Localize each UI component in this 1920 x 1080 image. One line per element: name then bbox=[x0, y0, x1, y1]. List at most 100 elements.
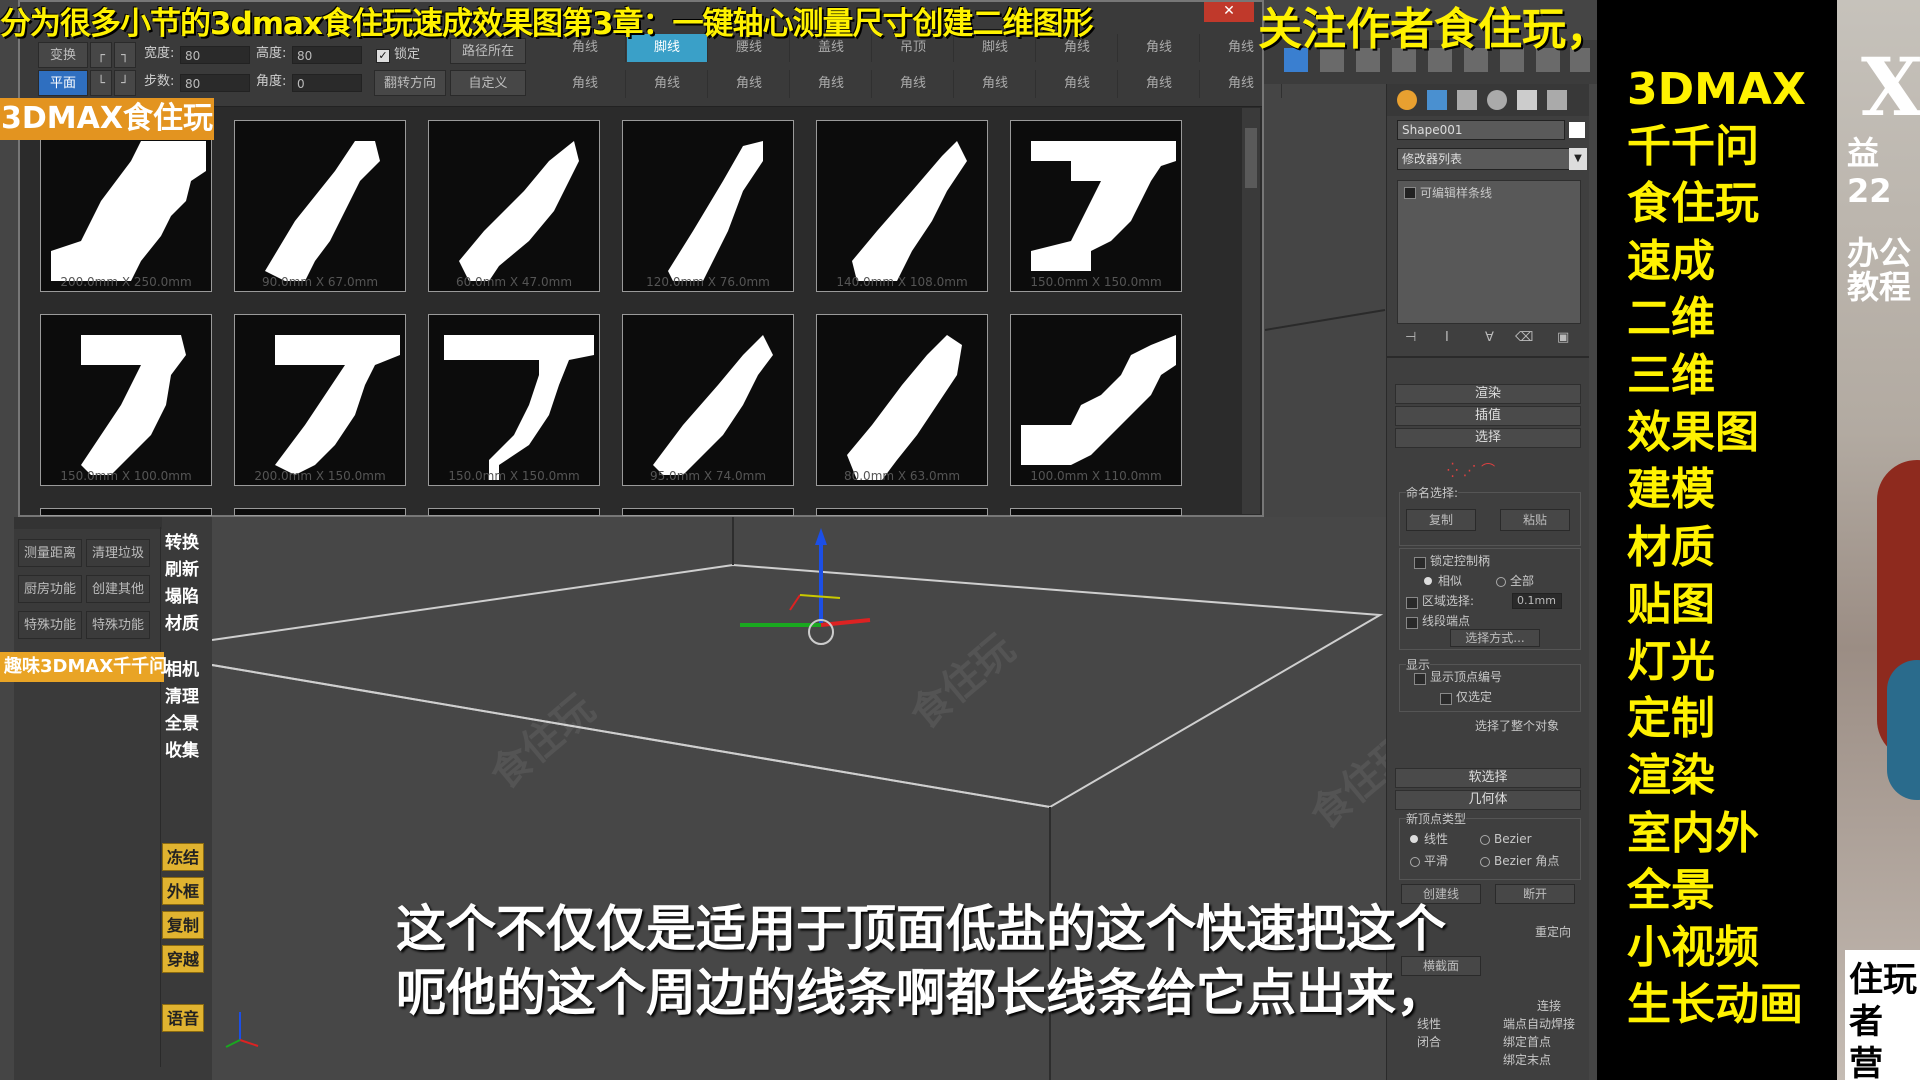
category-tab[interactable]: 角线 bbox=[1037, 70, 1118, 98]
lock-handles-checkbox[interactable] bbox=[1414, 557, 1426, 569]
custom-button[interactable]: 自定义 bbox=[450, 70, 526, 96]
select-by-button[interactable]: 选择方式... bbox=[1450, 629, 1540, 647]
selection-rollout[interactable]: 选择 bbox=[1395, 428, 1581, 448]
interpolation-rollout[interactable]: 插值 bbox=[1395, 406, 1581, 426]
modify-tab-icon[interactable] bbox=[1427, 90, 1447, 110]
tool-button[interactable]: 厨房功能 bbox=[18, 575, 82, 603]
vertical-tool-button[interactable]: 刷新 bbox=[162, 557, 202, 583]
similar-radio[interactable] bbox=[1424, 577, 1432, 585]
vertical-tool-button[interactable]: 相机 bbox=[162, 657, 202, 683]
yellow-tool-button[interactable]: 冻结 bbox=[162, 843, 204, 871]
category-tab[interactable]: 角线 bbox=[627, 70, 708, 98]
molding-tile[interactable]: 200.0mm X 150.0mm bbox=[234, 314, 406, 486]
corner-icon-button[interactable]: └ bbox=[90, 70, 112, 96]
molding-tile[interactable]: 80.0mm X 63.0mm bbox=[816, 314, 988, 486]
copy-button[interactable]: 复制 bbox=[1406, 509, 1476, 531]
height-input[interactable]: 80 bbox=[292, 46, 362, 64]
molding-tile[interactable]: 60.0mm X 47.0mm bbox=[428, 120, 600, 292]
soft-selection-rollout[interactable]: 软选择 bbox=[1395, 768, 1581, 788]
angle-input[interactable]: 0 bbox=[292, 74, 362, 92]
category-tab[interactable]: 角线 bbox=[1119, 70, 1200, 98]
steps-input[interactable]: 80 bbox=[180, 74, 250, 92]
molding-tile[interactable] bbox=[816, 508, 988, 516]
molding-tile[interactable]: 200.0mm X 250.0mm bbox=[40, 120, 212, 292]
category-tab[interactable]: 角线 bbox=[545, 70, 626, 98]
modifier-list-dropdown[interactable]: 修改器列表 bbox=[1397, 148, 1571, 170]
tool-button[interactable]: 特殊功能 bbox=[18, 611, 82, 639]
area-select-input[interactable]: 0.1mm bbox=[1512, 593, 1562, 609]
scroll-thumb[interactable] bbox=[1245, 128, 1257, 188]
vertical-tool-button[interactable]: 塌陷 bbox=[162, 584, 202, 610]
molding-tile[interactable]: 90.0mm X 67.0mm bbox=[234, 120, 406, 292]
configure-icon[interactable]: ▣ bbox=[1557, 330, 1569, 345]
width-input[interactable]: 80 bbox=[180, 46, 250, 64]
selection-level-icons[interactable]: ⁛ ⋰ ⌒ bbox=[1447, 460, 1527, 479]
plane-button[interactable]: 平面 bbox=[38, 70, 88, 96]
only-selected-checkbox[interactable] bbox=[1440, 693, 1452, 705]
category-tab[interactable]: 角线 bbox=[873, 70, 954, 98]
yellow-tool-button[interactable]: 复制 bbox=[162, 911, 204, 939]
motion-tab-icon[interactable] bbox=[1487, 90, 1507, 110]
yellow-tool-button[interactable]: 外框 bbox=[162, 877, 204, 905]
pin-icon[interactable]: ⊣ bbox=[1405, 330, 1416, 345]
stack-expand-icon[interactable] bbox=[1404, 187, 1416, 199]
chevron-down-icon[interactable]: ▼ bbox=[1569, 148, 1587, 170]
bezier-corner-radio[interactable] bbox=[1480, 857, 1490, 867]
side-caption-line: 22 bbox=[1847, 172, 1892, 210]
category-tab[interactable]: 角线 bbox=[709, 70, 790, 98]
all-radio[interactable] bbox=[1496, 577, 1506, 587]
molding-tile[interactable]: 120.0mm X 76.0mm bbox=[622, 120, 794, 292]
vertical-tool-button[interactable]: 清理 bbox=[162, 684, 202, 710]
panel-scrollbar[interactable] bbox=[1242, 108, 1260, 514]
area-select-checkbox[interactable] bbox=[1406, 597, 1418, 609]
tool-button[interactable]: 测量距离 bbox=[18, 539, 82, 567]
tool-button[interactable]: 创建其他 bbox=[86, 575, 150, 603]
molding-tile[interactable]: 150.0mm X 100.0mm bbox=[40, 314, 212, 486]
molding-tile[interactable] bbox=[40, 508, 212, 516]
object-color-swatch[interactable] bbox=[1569, 122, 1585, 138]
molding-tile[interactable] bbox=[1010, 508, 1182, 516]
yellow-tool-button[interactable]: 穿越 bbox=[162, 945, 204, 973]
tool-button[interactable]: 清理垃圾 bbox=[86, 539, 150, 567]
vertical-tool-button[interactable]: 转换 bbox=[162, 530, 202, 556]
create-tab-icon[interactable] bbox=[1397, 90, 1417, 110]
smooth-radio[interactable] bbox=[1410, 857, 1420, 867]
show-vertex-checkbox[interactable] bbox=[1414, 673, 1426, 685]
bezier-corner-label: Bezier 角点 bbox=[1494, 854, 1560, 868]
utilities-tab-icon[interactable] bbox=[1547, 90, 1567, 110]
molding-tile[interactable] bbox=[622, 508, 794, 516]
topic-keyword: 小视频 bbox=[1627, 922, 1759, 973]
molding-tile[interactable]: 95.0mm X 74.0mm bbox=[622, 314, 794, 486]
category-tab[interactable]: 角线 bbox=[791, 70, 872, 98]
molding-tile[interactable]: 150.0mm X 150.0mm bbox=[1010, 120, 1182, 292]
make-unique-icon[interactable]: ∀ bbox=[1485, 330, 1494, 345]
vertical-tool-button[interactable]: 收集 bbox=[162, 738, 202, 764]
lock-checkbox[interactable]: ✓ bbox=[376, 49, 390, 63]
show-end-icon[interactable]: I bbox=[1445, 330, 1449, 345]
yellow-tool-button[interactable]: 语音 bbox=[162, 1004, 204, 1032]
tool-button[interactable]: 特殊功能 bbox=[86, 611, 150, 639]
display-tab-icon[interactable] bbox=[1517, 90, 1537, 110]
vertical-tool-button[interactable]: 全景 bbox=[162, 711, 202, 737]
hierarchy-tab-icon[interactable] bbox=[1457, 90, 1477, 110]
molding-tile[interactable]: 150.0mm X 150.0mm bbox=[428, 314, 600, 486]
side-caption-line: 教程 bbox=[1847, 268, 1912, 306]
vertical-tool-button[interactable]: 材质 bbox=[162, 611, 202, 637]
remove-modifier-icon[interactable]: ⌫ bbox=[1515, 330, 1533, 345]
corner-icon-button[interactable]: ┘ bbox=[114, 70, 136, 96]
molding-tile[interactable] bbox=[428, 508, 600, 516]
render-rollout[interactable]: 渲染 bbox=[1395, 384, 1581, 404]
bezier-radio[interactable] bbox=[1480, 835, 1490, 845]
segment-end-checkbox[interactable] bbox=[1406, 617, 1418, 629]
object-name-field[interactable]: Shape001 bbox=[1397, 120, 1565, 140]
molding-tile[interactable]: 140.0mm X 108.0mm bbox=[816, 120, 988, 292]
paste-button[interactable]: 粘贴 bbox=[1500, 509, 1570, 531]
stack-item[interactable]: 可编辑样条线 bbox=[1420, 185, 1492, 201]
linear-radio[interactable] bbox=[1410, 835, 1418, 843]
flip-direction-button[interactable]: 翻转方向 bbox=[374, 70, 446, 96]
tile-dimension: 80.0mm X 63.0mm bbox=[843, 469, 961, 483]
category-tab[interactable]: 角线 bbox=[955, 70, 1036, 98]
molding-tile[interactable]: 100.0mm X 110.0mm bbox=[1010, 314, 1182, 486]
geometry-rollout[interactable]: 几何体 bbox=[1395, 790, 1581, 810]
molding-tile[interactable] bbox=[234, 508, 406, 516]
